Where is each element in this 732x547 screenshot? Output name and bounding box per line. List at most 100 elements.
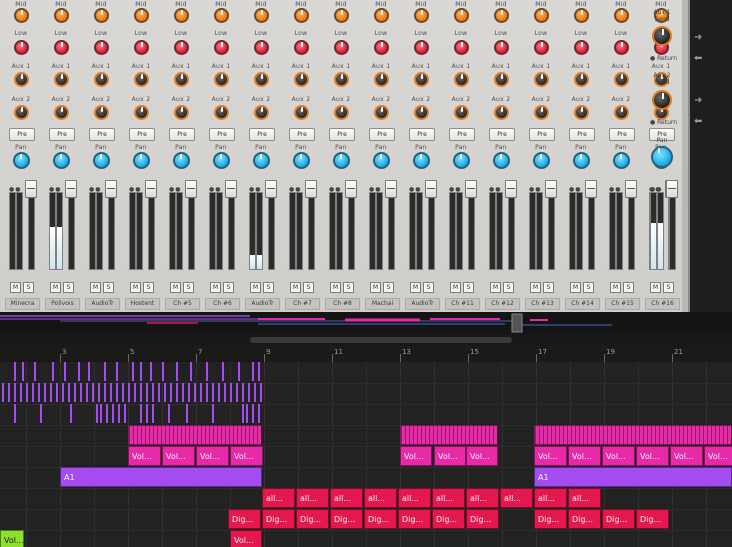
pan-knob[interactable] <box>213 152 230 169</box>
pan-knob[interactable] <box>133 152 150 169</box>
low-eq-knob[interactable] <box>374 40 389 55</box>
low-eq-knob[interactable] <box>174 40 189 55</box>
midi-note-mark[interactable] <box>176 383 178 402</box>
aux1-send-knob[interactable] <box>534 72 549 87</box>
mute-button[interactable]: M <box>370 282 381 293</box>
midi-note-mark[interactable] <box>152 404 154 423</box>
midi-note-mark[interactable] <box>248 383 250 402</box>
midi-note-mark[interactable] <box>162 362 164 381</box>
clip[interactable]: Vol... <box>704 446 732 466</box>
midi-note-mark[interactable] <box>88 362 90 381</box>
midi-note-mark[interactable] <box>186 404 188 423</box>
solo-button[interactable]: S <box>623 282 634 293</box>
midi-note-mark[interactable] <box>140 362 142 381</box>
midi-note-mark[interactable] <box>200 383 202 402</box>
midi-note-mark[interactable] <box>38 383 40 402</box>
clip[interactable]: Dig... <box>466 509 499 529</box>
aux2-send-knob[interactable] <box>454 105 469 120</box>
midi-note-mark[interactable] <box>206 362 208 381</box>
mid-eq-knob[interactable] <box>174 8 189 23</box>
midi-note-mark[interactable] <box>242 383 244 402</box>
clip[interactable]: all... <box>500 488 533 508</box>
pan-knob[interactable] <box>613 152 630 169</box>
pre-button[interactable]: Pre <box>49 128 75 141</box>
clip[interactable]: Dig... <box>398 509 431 529</box>
mute-button[interactable]: M <box>170 282 181 293</box>
clip[interactable]: Dig... <box>330 509 363 529</box>
midi-note-mark[interactable] <box>74 383 76 402</box>
pre-button[interactable]: Pre <box>89 128 115 141</box>
pan-knob[interactable] <box>253 152 270 169</box>
midi-note-mark[interactable] <box>236 383 238 402</box>
clip[interactable]: Vol... <box>434 446 466 466</box>
channel-name[interactable]: Ch #13 <box>525 298 560 310</box>
volume-fader[interactable] <box>265 180 277 198</box>
midi-note-mark[interactable] <box>92 383 94 402</box>
midi-note-mark[interactable] <box>212 404 214 423</box>
channel-name[interactable]: Hostent <box>125 298 160 310</box>
aux1-return-arrow-icon[interactable]: ⬅ <box>694 54 708 64</box>
clip[interactable]: Vol... <box>636 446 669 466</box>
midi-note-mark[interactable] <box>78 362 80 381</box>
midi-note-mark[interactable] <box>170 383 172 402</box>
pre-button[interactable]: Pre <box>569 128 595 141</box>
midi-note-mark[interactable] <box>104 362 106 381</box>
solo-button[interactable]: S <box>463 282 474 293</box>
pre-button[interactable]: Pre <box>209 128 235 141</box>
solo-button[interactable]: S <box>583 282 594 293</box>
solo-button[interactable]: S <box>543 282 554 293</box>
midi-note-mark[interactable] <box>8 383 10 402</box>
midi-note-mark[interactable] <box>190 362 192 381</box>
midi-note-mark[interactable] <box>56 383 58 402</box>
mute-button[interactable]: M <box>250 282 261 293</box>
pre-button[interactable]: Pre <box>129 128 155 141</box>
channel-name[interactable]: AudioTr <box>245 298 280 310</box>
pre-button[interactable]: Pre <box>289 128 315 141</box>
low-eq-knob[interactable] <box>14 40 29 55</box>
solo-button[interactable]: S <box>23 282 34 293</box>
midi-note-mark[interactable] <box>124 404 126 423</box>
aux2-send-knob[interactable] <box>494 105 509 120</box>
low-eq-knob[interactable] <box>414 40 429 55</box>
volume-fader[interactable] <box>545 180 557 198</box>
midi-note-mark[interactable] <box>176 362 178 381</box>
solo-button[interactable]: S <box>343 282 354 293</box>
mute-button[interactable]: M <box>290 282 301 293</box>
pre-button[interactable]: Pre <box>409 128 435 141</box>
pan-knob[interactable] <box>453 152 470 169</box>
master-fader[interactable] <box>666 180 678 198</box>
channel-name[interactable]: Ch #6 <box>205 298 240 310</box>
solo-button[interactable]: S <box>503 282 514 293</box>
midi-note-mark[interactable] <box>2 383 4 402</box>
aux2-send-knob[interactable] <box>652 90 672 110</box>
midi-note-mark[interactable] <box>188 383 190 402</box>
aux1-send-knob[interactable] <box>454 72 469 87</box>
solo-button[interactable]: S <box>423 282 434 293</box>
clip[interactable] <box>128 425 262 445</box>
channel-name[interactable]: Machai <box>365 298 400 310</box>
clip[interactable]: all... <box>330 488 363 508</box>
clip[interactable]: Dig... <box>262 509 295 529</box>
channel-name[interactable]: Ch #8 <box>325 298 360 310</box>
aux1-send-knob[interactable] <box>174 72 189 87</box>
pan-knob[interactable] <box>93 152 110 169</box>
low-eq-knob[interactable] <box>534 40 549 55</box>
clip[interactable]: Dig... <box>636 509 669 529</box>
clip[interactable]: Vol... <box>128 446 161 466</box>
midi-note-mark[interactable] <box>110 383 112 402</box>
volume-fader[interactable] <box>145 180 157 198</box>
track-lane[interactable] <box>0 362 732 384</box>
midi-note-mark[interactable] <box>230 383 232 402</box>
channel-name[interactable]: AudioTr <box>85 298 120 310</box>
clip[interactable]: Vol... <box>534 446 567 466</box>
pre-button[interactable]: Pre <box>249 128 275 141</box>
midi-note-mark[interactable] <box>98 383 100 402</box>
midi-note-mark[interactable] <box>164 383 166 402</box>
clip[interactable]: Vol... <box>162 446 195 466</box>
channel-name[interactable]: Ch #11 <box>445 298 480 310</box>
aux2-send-knob[interactable] <box>614 105 629 120</box>
aux1-send-knob[interactable] <box>14 72 29 87</box>
midi-note-mark[interactable] <box>238 362 240 381</box>
volume-fader[interactable] <box>25 180 37 198</box>
clip[interactable]: all... <box>296 488 329 508</box>
